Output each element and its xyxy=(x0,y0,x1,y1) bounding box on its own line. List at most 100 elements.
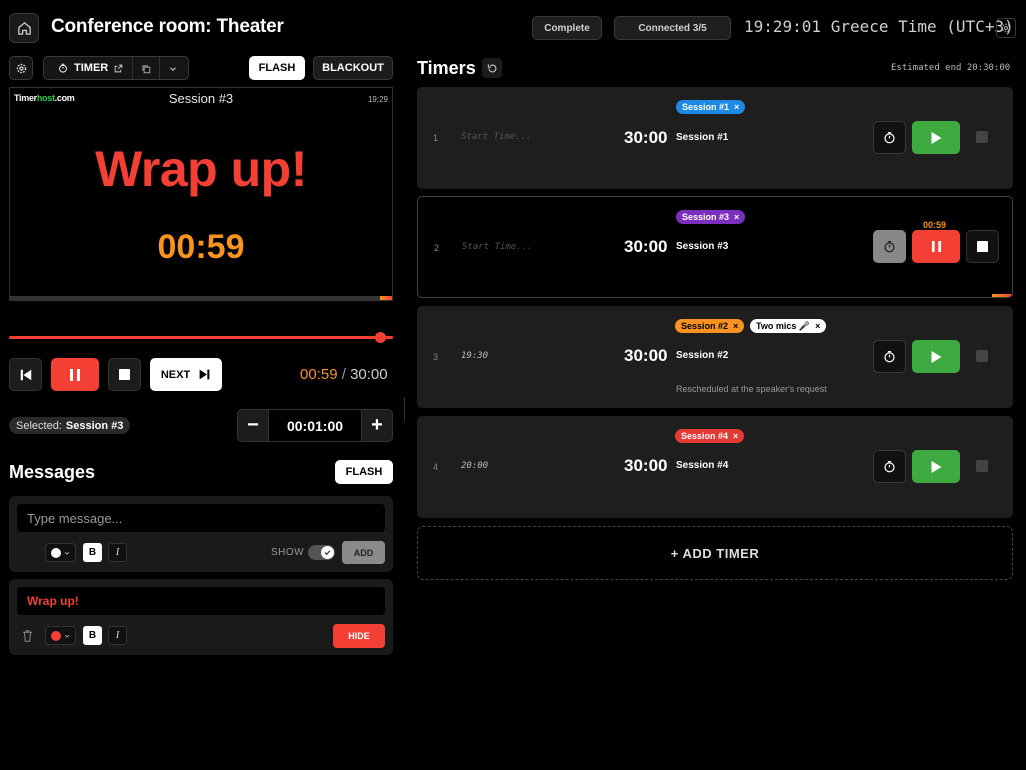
row-index: 3 xyxy=(433,352,439,362)
clock-readout: 19:29:01 Greece Time (UTC+3) xyxy=(744,17,1014,36)
remove-tag-icon[interactable]: × xyxy=(733,321,738,331)
view-dropdown-button[interactable] xyxy=(168,61,178,79)
panel-resize-handle[interactable] xyxy=(404,397,405,421)
timer-row[interactable]: 3 19:30 Session #2 × Two mics 🎤 × 30:00 Se… xyxy=(417,306,1013,408)
timer-tag[interactable]: Two mics 🎤 × xyxy=(750,319,827,333)
messages-flash-button[interactable]: FLASH xyxy=(335,460,393,484)
stop-timer-button[interactable] xyxy=(966,230,999,263)
stop-timer-button[interactable] xyxy=(976,460,988,472)
total-duration: 30:00 xyxy=(350,366,388,383)
next-label: NEXT xyxy=(160,368,191,381)
toggle-knob xyxy=(321,546,334,559)
timer-tag[interactable]: Session #2 × xyxy=(675,319,745,333)
preview-message: Wrap up! xyxy=(95,141,307,197)
play-icon xyxy=(931,131,941,144)
remove-tag-icon[interactable]: × xyxy=(733,431,738,441)
remove-tag-icon[interactable]: × xyxy=(734,102,739,112)
timer-settings-button[interactable] xyxy=(873,230,906,263)
timer-tag[interactable]: Session #1 × xyxy=(676,100,746,114)
pause-icon xyxy=(931,241,941,252)
timer-name[interactable]: Session #2 xyxy=(676,350,728,361)
start-time-input[interactable]: 19:30 xyxy=(461,351,488,361)
toolbar-divider xyxy=(132,57,133,79)
progress-slider-track[interactable] xyxy=(9,336,393,339)
start-timer-button[interactable] xyxy=(912,121,960,154)
complete-status-button[interactable]: Complete xyxy=(532,16,602,40)
pause-icon xyxy=(70,368,80,381)
timer-row[interactable]: 4 20:00 Session #4 × 30:00 Session #4 xyxy=(417,416,1013,518)
subtract-time-button[interactable]: − xyxy=(237,409,269,442)
pause-button[interactable] xyxy=(51,358,99,391)
timer-duration[interactable]: 30:00 xyxy=(624,128,667,148)
add-timer-button[interactable]: + ADD TIMER xyxy=(417,526,1013,580)
timer-duration[interactable]: 30:00 xyxy=(624,346,667,366)
external-link-icon[interactable] xyxy=(114,64,123,73)
timer-note[interactable]: Rescheduled at the speaker's request xyxy=(676,384,827,394)
message-text[interactable]: Wrap up! xyxy=(17,587,385,615)
connected-status-button[interactable]: Connected 3/5 xyxy=(614,16,731,40)
skip-back-icon xyxy=(20,369,31,380)
header-settings-button[interactable] xyxy=(996,18,1016,38)
reset-timers-button[interactable] xyxy=(482,58,502,78)
timer-preview[interactable]: Timerhost.com Session #3 19:29 Wrap up! … xyxy=(9,87,393,301)
gear-icon xyxy=(1001,23,1011,33)
preview-progress-remaining xyxy=(380,296,392,300)
timer-tag[interactable]: Session #3 × xyxy=(676,210,746,224)
color-swatch xyxy=(51,630,61,641)
flash-button[interactable]: FLASH xyxy=(249,56,305,80)
timers-title: Timers xyxy=(417,58,476,78)
timer-settings-button[interactable] xyxy=(873,121,906,154)
preview-countdown: 00:59 xyxy=(157,228,245,266)
preview-title: Session #3 xyxy=(168,91,234,106)
stop-button[interactable] xyxy=(108,358,141,391)
time-adjust-value[interactable]: 00:01:00 xyxy=(269,409,361,442)
row-index: 2 xyxy=(434,243,440,253)
copy-link-button[interactable] xyxy=(141,61,151,79)
timer-settings-button[interactable] xyxy=(873,450,906,483)
next-button[interactable]: NEXT xyxy=(150,358,222,391)
remove-tag-icon[interactable]: × xyxy=(815,321,820,331)
timer-settings-button[interactable] xyxy=(873,340,906,373)
timer-row[interactable]: 1 Start Time... Session #1 × 30:00 Sessio… xyxy=(417,87,1013,189)
italic-button[interactable]: I xyxy=(108,543,127,562)
hide-message-button[interactable]: HIDE xyxy=(333,624,385,648)
stopwatch-icon xyxy=(59,63,67,73)
progress-slider-handle[interactable] xyxy=(375,332,386,343)
start-time-input[interactable]: 20:00 xyxy=(461,461,488,471)
start-time-input[interactable]: Start Time... xyxy=(462,242,532,252)
timer-row-active[interactable]: 2 Start Time... Session #3 × 30:00 Sessio… xyxy=(417,196,1013,298)
blackout-button[interactable]: BLACKOUT xyxy=(313,56,393,80)
pause-timer-button[interactable] xyxy=(912,230,960,263)
timer-duration[interactable]: 30:00 xyxy=(624,456,667,476)
home-button[interactable] xyxy=(9,13,39,43)
stop-timer-button[interactable] xyxy=(976,131,988,143)
color-picker[interactable] xyxy=(45,626,76,645)
message-card: Wrap up! B I HIDE xyxy=(9,579,393,655)
start-timer-button[interactable] xyxy=(912,450,960,483)
timer-name[interactable]: Session #1 xyxy=(676,132,728,143)
remove-tag-icon[interactable]: × xyxy=(734,212,739,222)
message-input[interactable]: Type message... xyxy=(17,504,385,532)
show-toggle[interactable] xyxy=(308,545,335,560)
start-time-input[interactable]: Start Time... xyxy=(461,132,531,142)
timer-duration[interactable]: 30:00 xyxy=(624,237,667,257)
elapsed-readout: 00:59 / 30:00 xyxy=(300,366,388,383)
timer-name[interactable]: Session #4 xyxy=(676,460,728,471)
timer-view-label: TIMER xyxy=(74,62,109,74)
delete-message-button[interactable] xyxy=(22,629,33,647)
color-picker[interactable] xyxy=(45,543,76,562)
start-timer-button[interactable] xyxy=(912,340,960,373)
add-time-button[interactable]: + xyxy=(361,409,393,442)
row-progress-remaining xyxy=(992,294,1012,297)
stop-timer-button[interactable] xyxy=(976,350,988,362)
timer-tag[interactable]: Session #4 × xyxy=(675,429,745,443)
bold-button[interactable]: B xyxy=(83,626,102,645)
bold-button[interactable]: B xyxy=(83,543,102,562)
previous-button[interactable] xyxy=(9,358,42,391)
settings-button[interactable] xyxy=(9,56,33,80)
color-swatch xyxy=(51,547,61,558)
timer-name[interactable]: Session #3 xyxy=(676,241,728,252)
gear-icon xyxy=(16,63,26,73)
add-message-button[interactable]: ADD xyxy=(342,541,385,564)
italic-button[interactable]: I xyxy=(108,626,127,645)
